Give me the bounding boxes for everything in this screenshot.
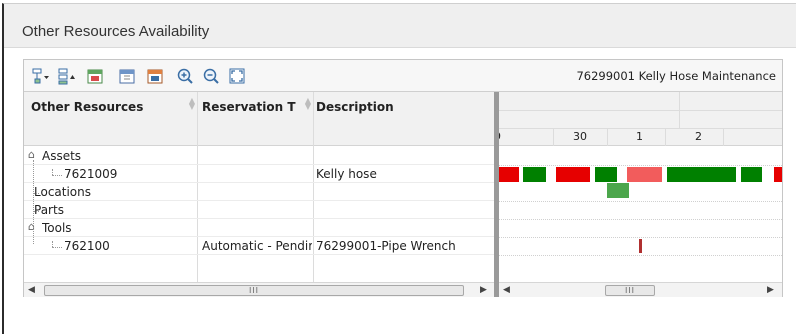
window-title: Other Resources Availability: [22, 23, 210, 40]
tree-row-parts[interactable]: Parts: [24, 201, 494, 219]
unavailable-bar[interactable]: [774, 167, 782, 182]
tree-connector: [33, 211, 39, 212]
availability-gantt: 9 30 1 2: [499, 92, 782, 282]
header-divider: [499, 128, 782, 129]
resource-name: Assets: [42, 149, 82, 163]
resource-description: 76299001-Pipe Wrench: [316, 239, 456, 253]
day-label: 9: [499, 130, 501, 143]
resource-description: Kelly hose: [316, 167, 377, 181]
reservation-type: Automatic - Pendir: [202, 239, 312, 253]
resources-availability-window: Other Resources Availability 76299001 Ke…: [2, 3, 796, 334]
tree-row-7621009[interactable]: 7621009 Kelly hose: [24, 165, 494, 183]
calendar-add-icon[interactable]: [84, 66, 106, 86]
zoom-in-icon[interactable]: [174, 66, 196, 86]
tree-row-assets[interactable]: ⌂ Assets: [24, 147, 494, 165]
expand-tree-icon[interactable]: [56, 66, 78, 86]
scroll-right-icon[interactable]: ▶: [767, 285, 774, 295]
reservation-marker[interactable]: [639, 239, 642, 253]
tree-row-tools[interactable]: ⌂ Tools: [24, 219, 494, 237]
column-header-description[interactable]: Description: [316, 100, 486, 114]
gantt-header: 9 30 1 2: [499, 92, 782, 146]
column-header-reservation-type[interactable]: Reservation T: [202, 100, 302, 114]
column-header-other-resources[interactable]: Other Resources: [31, 100, 181, 114]
unavailable-bar[interactable]: [627, 167, 662, 182]
header-divider: [499, 110, 782, 111]
tree-connector: [33, 193, 39, 194]
unavailable-bar[interactable]: [499, 167, 519, 182]
work-order-label: 76299001 Kelly Hose Maintenance: [576, 69, 776, 83]
reservation-bar[interactable]: [607, 183, 629, 198]
toolbar: 76299001 Kelly Hose Maintenance: [24, 60, 782, 92]
grid-header: Other Resources ▲ ▼ Reservation T ▲ ▼ Desc…: [24, 92, 494, 146]
available-bar[interactable]: [523, 167, 546, 182]
available-bar[interactable]: [667, 167, 736, 182]
header-divider: [665, 128, 666, 146]
gantt-row-divider: [499, 165, 782, 166]
availability-panel: 76299001 Kelly Hose Maintenance Other Re…: [23, 59, 783, 297]
unavailable-bar[interactable]: [556, 167, 590, 182]
scroll-right-icon[interactable]: ▶: [480, 285, 487, 295]
available-bar[interactable]: [741, 167, 762, 182]
zoom-out-icon[interactable]: [200, 66, 222, 86]
resource-name: Tools: [42, 221, 72, 235]
header-divider: [553, 128, 554, 146]
gantt-row-divider: [499, 201, 782, 202]
sort-icon[interactable]: ▲ ▼: [304, 97, 312, 111]
calendar-edit-icon[interactable]: [144, 66, 166, 86]
resources-grid: Other Resources ▲ ▼ Reservation T ▲ ▼ Desc…: [24, 92, 494, 282]
tree-row-locations[interactable]: Locations: [24, 183, 494, 201]
day-label: 1: [636, 130, 643, 143]
scroll-left-icon[interactable]: ◀: [28, 285, 35, 295]
tree-connector: [52, 247, 62, 248]
resource-name: 762100: [64, 239, 110, 253]
gantt-horizontal-scrollbar[interactable]: ◀ III ▶: [499, 282, 782, 297]
tree-row-762100[interactable]: 762100 Automatic - Pendir 76299001-Pipe …: [24, 237, 494, 255]
tree-connector: [33, 160, 34, 244]
scroll-thumb[interactable]: III: [605, 285, 655, 296]
gantt-row-divider: [499, 219, 782, 220]
day-label: 30: [573, 130, 587, 143]
filter-dropdown-icon[interactable]: [30, 66, 52, 86]
grid-horizontal-scrollbar[interactable]: ◀ III ▶: [24, 282, 494, 297]
scroll-left-icon[interactable]: ◀: [503, 285, 510, 295]
header-divider: [723, 128, 724, 146]
resource-name: Parts: [34, 203, 64, 217]
fit-screen-icon[interactable]: [226, 66, 248, 86]
header-divider: [607, 128, 608, 146]
day-label: 2: [695, 130, 702, 143]
header-divider: [679, 92, 680, 128]
sort-icon[interactable]: ▲ ▼: [188, 97, 196, 111]
title-bar: Other Resources Availability: [4, 4, 796, 48]
resource-name: 7621009: [64, 167, 118, 181]
available-bar[interactable]: [595, 167, 617, 182]
scroll-thumb[interactable]: III: [44, 285, 464, 296]
gantt-row-divider: [499, 255, 782, 256]
calendar-view-icon[interactable]: [116, 66, 138, 86]
gantt-row-divider: [499, 237, 782, 238]
tree-connector: [52, 175, 62, 176]
resource-name: Locations: [34, 185, 92, 199]
